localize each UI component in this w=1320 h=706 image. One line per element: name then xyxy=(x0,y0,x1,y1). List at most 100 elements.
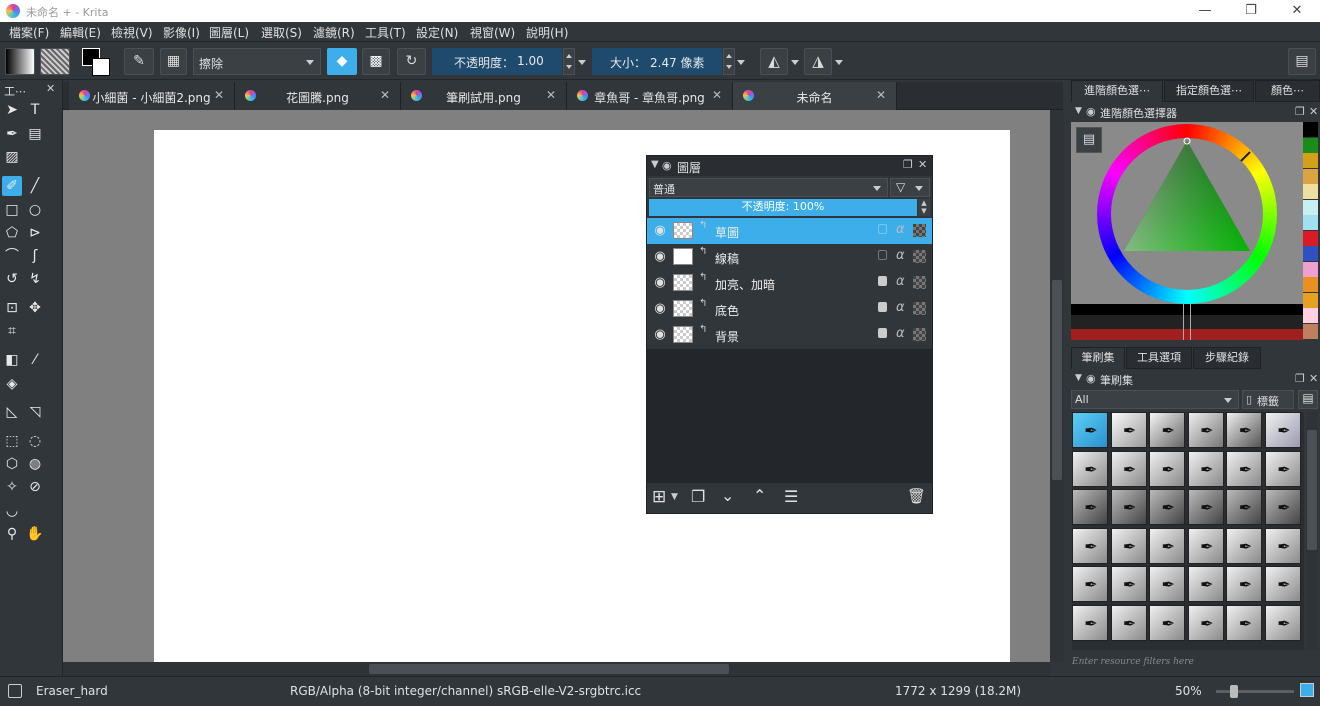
preserve-alpha-icon[interactable]: ▩ xyxy=(362,48,390,75)
visibility-eye-icon[interactable]: ◉ xyxy=(652,249,668,265)
brush-preset-thumbnail[interactable]: ✒ xyxy=(1110,566,1147,603)
collapse-icon[interactable]: ▼ xyxy=(1075,106,1082,116)
brush-preset-thumbnail[interactable]: ✒ xyxy=(1226,566,1263,603)
brush-preset-thumbnail[interactable]: ✒ xyxy=(1187,527,1224,564)
inherit-alpha-icon[interactable] xyxy=(913,302,926,315)
inherit-alpha-icon[interactable] xyxy=(913,276,926,289)
visibility-eye-icon[interactable]: ◉ xyxy=(652,223,668,239)
brush-preset-thumbnail[interactable]: ✒ xyxy=(1110,489,1147,526)
menu-image[interactable]: 影像(I) xyxy=(163,24,200,41)
layers-panel-header[interactable]: ▼ ◉ 圖層 ❐ ✕ xyxy=(647,156,932,176)
eraser-mode-icon[interactable]: ◆ xyxy=(327,48,357,75)
brush-preset-thumbnail[interactable]: ✒ xyxy=(1226,489,1263,526)
ellipse-tool-icon[interactable]: ○ xyxy=(25,200,45,220)
move-layer-down-icon[interactable]: ⌄ xyxy=(721,486,734,505)
color-history-bar[interactable] xyxy=(1071,304,1303,340)
select-shapes-tool-icon[interactable]: ➤ xyxy=(2,100,22,120)
brush-preset-thumbnail[interactable]: ✒ xyxy=(1149,605,1186,641)
brush-preview-icon[interactable] xyxy=(8,684,22,698)
contiguous-selection-icon[interactable]: ✧ xyxy=(2,477,22,497)
close-icon[interactable]: ✕ xyxy=(46,82,55,95)
color-swatch[interactable] xyxy=(1303,308,1318,323)
horizontal-scrollbar[interactable] xyxy=(63,662,1050,676)
color-swatch[interactable] xyxy=(1303,277,1318,292)
close-tab-icon[interactable]: ✕ xyxy=(546,88,556,102)
brush-grid-scroll-thumb[interactable] xyxy=(1307,430,1317,550)
brush-preset-thumbnail[interactable]: ✒ xyxy=(1110,412,1147,448)
inherit-alpha-icon[interactable] xyxy=(913,250,926,263)
zoom-tool-icon[interactable]: ⚲ xyxy=(2,524,22,544)
color-swatch[interactable] xyxy=(1303,122,1318,137)
brush-preset-thumbnail[interactable]: ✒ xyxy=(1226,605,1263,641)
lock-icon[interactable] xyxy=(878,302,887,312)
layer-row[interactable]: ◉ ↰ 背景 α xyxy=(647,322,932,348)
color-swatch[interactable] xyxy=(1303,292,1318,308)
visibility-eye-icon[interactable]: ◉ xyxy=(652,275,668,291)
alpha-lock-icon[interactable]: α xyxy=(896,274,905,289)
bezier-tool-icon[interactable]: ⌒ xyxy=(2,246,22,266)
brush-preset-thumbnail[interactable]: ✒ xyxy=(1149,412,1186,448)
color-selector-area[interactable]: ▤ xyxy=(1071,122,1303,340)
brush-preset-thumbnail[interactable]: ✒ xyxy=(1265,450,1301,487)
layer-opacity-slider[interactable]: 不透明度: 100% xyxy=(649,199,917,216)
menu-settings[interactable]: 設定(N) xyxy=(416,24,458,41)
inherit-alpha-icon[interactable] xyxy=(913,224,926,237)
menu-edit[interactable]: 編輯(E) xyxy=(60,24,101,41)
gradient-tool-icon[interactable]: ◧ xyxy=(2,350,22,370)
maximize-button[interactable]: ❐ xyxy=(1228,0,1274,22)
visibility-eye-icon[interactable]: ◉ xyxy=(652,327,668,343)
minimize-button[interactable]: — xyxy=(1182,0,1228,22)
tab-tool-options[interactable]: 工具選項 xyxy=(1126,347,1192,369)
fg-bg-color-selector[interactable] xyxy=(82,48,110,76)
layer-row[interactable]: ◉ ↰ 底色 α xyxy=(647,296,932,322)
pattern-preset-button[interactable] xyxy=(40,48,70,75)
assistant-tool-icon[interactable]: ◺ xyxy=(2,402,22,422)
close-panel-icon[interactable]: ✕ xyxy=(1309,372,1318,385)
menu-layer[interactable]: 圖層(L) xyxy=(209,24,249,41)
brush-preset-thumbnail[interactable]: ✒ xyxy=(1149,527,1186,564)
calligraphy-tool-icon[interactable]: ▤ xyxy=(25,124,45,144)
visibility-eye-icon[interactable]: ◉ xyxy=(652,301,668,317)
brush-preset-thumbnail[interactable]: ✒ xyxy=(1187,489,1224,526)
bezier-selection-icon[interactable]: ◡ xyxy=(2,501,22,521)
mirror-h-chevron-icon[interactable] xyxy=(791,60,799,65)
alpha-lock-icon[interactable]: α xyxy=(896,248,905,263)
mirror-vertical-icon[interactable]: ◮ xyxy=(804,48,832,75)
color-swatch[interactable] xyxy=(1303,261,1318,277)
background-color-swatch[interactable] xyxy=(92,58,110,76)
color-swatch[interactable] xyxy=(1303,199,1318,215)
delete-layer-icon[interactable]: 🗑 xyxy=(907,487,926,505)
collapse-icon[interactable]: ▼ xyxy=(651,159,659,170)
brush-preset-thumbnail[interactable]: ✒ xyxy=(1226,527,1263,564)
layer-opacity-spinner[interactable]: ▲ ▼ xyxy=(918,199,930,216)
line-tool-icon[interactable]: ╱ xyxy=(25,176,45,196)
close-panel-icon[interactable]: ✕ xyxy=(1309,105,1318,118)
opacity-slider[interactable]: 不透明度： 1.00 xyxy=(432,48,562,75)
float-panel-icon[interactable]: ❐ xyxy=(1295,372,1305,385)
vertical-scrollbar[interactable] xyxy=(1050,110,1064,662)
mirror-v-chevron-icon[interactable] xyxy=(835,60,843,65)
brush-preset-thumbnail[interactable]: ✒ xyxy=(1149,566,1186,603)
inherit-alpha-icon[interactable] xyxy=(913,328,926,341)
measure-tool-icon[interactable]: ◹ xyxy=(25,402,45,422)
rectangular-selection-icon[interactable]: ⬚ xyxy=(2,431,22,451)
close-tab-icon[interactable]: ✕ xyxy=(380,88,390,102)
menu-file[interactable]: 檔案(F) xyxy=(9,24,49,41)
reload-preset-icon[interactable]: ↻ xyxy=(397,48,426,75)
brush-preset-thumbnail[interactable]: ✒ xyxy=(1072,412,1108,448)
close-tab-icon[interactable]: ✕ xyxy=(712,88,722,102)
brush-preset-thumbnail[interactable]: ✒ xyxy=(1149,450,1186,487)
size-menu-chevron-icon[interactable] xyxy=(737,60,745,65)
tab-document-4[interactable]: 章魚哥 - 章魚哥.png ✕ xyxy=(567,82,733,110)
size-slider[interactable]: 大小： 2.47 像素 xyxy=(592,48,722,75)
tab-color[interactable]: 顏色⋯ xyxy=(1255,80,1320,102)
lock-icon[interactable] xyxy=(878,276,887,286)
brush-grid-scrollbar[interactable] xyxy=(1306,412,1318,650)
close-tab-icon[interactable]: ✕ xyxy=(876,88,886,102)
float-panel-icon[interactable]: ❐ xyxy=(1295,105,1305,118)
add-layer-chevron-icon[interactable]: ▼ xyxy=(671,492,678,502)
zoom-slider-handle[interactable] xyxy=(1230,685,1238,698)
freehand-path-tool-icon[interactable]: ʃ xyxy=(25,246,45,266)
brush-preset-thumbnail[interactable]: ✒ xyxy=(1110,450,1147,487)
move-layer-up-icon[interactable]: ⌃ xyxy=(753,486,766,505)
